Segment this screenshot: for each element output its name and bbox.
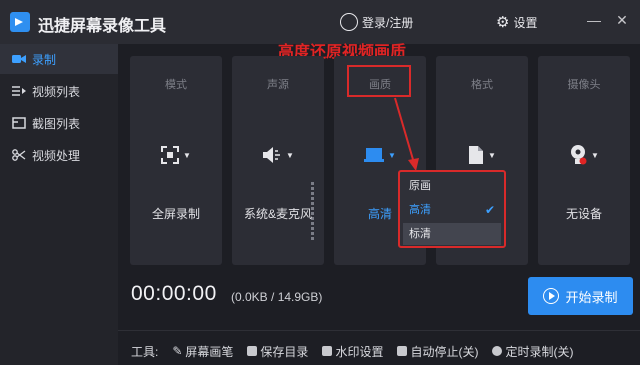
clock-icon [492, 346, 503, 356]
start-recording-label: 开始录制 [565, 289, 618, 305]
quality-dropdown: 原画 高清 ✔ 标清 [398, 170, 506, 248]
login-button[interactable]: 登录/注册 [340, 11, 413, 33]
pen-icon: ✎ [172, 344, 183, 358]
sidebar-item-label: 视频处理 [32, 148, 81, 163]
divider [118, 330, 640, 331]
video-list-icon [12, 86, 26, 96]
watermark-icon [322, 346, 333, 356]
scheduled-recording-tool[interactable]: 定时录制(关) [492, 343, 573, 360]
chevron-down-icon: ▼ [183, 150, 191, 160]
card-header: 格式 [471, 79, 493, 91]
tool-label: 屏幕画笔 [185, 344, 234, 359]
screenshot-list-icon [12, 117, 26, 129]
recording-timer: 00:00:00 [131, 282, 217, 305]
tools-bar: 工具: ✎ 屏幕画笔 保存目录 水印设置 自动停止(关) 定时录制(关) [131, 342, 587, 360]
tools-label: 工具: [131, 344, 159, 359]
annotation-highlight-box [347, 65, 411, 97]
login-label: 登录/注册 [362, 15, 414, 30]
webcam-off-icon: ▼ [566, 144, 602, 166]
gear-icon: ⚙ [496, 14, 510, 31]
tool-label: 定时录制(关) [505, 344, 574, 359]
sidebar-item-record[interactable]: 录制 [0, 44, 118, 74]
pause-icon [397, 346, 408, 356]
card-header: 摄像头 [567, 79, 601, 91]
sidebar: 录制 视频列表 截图列表 视频处理 [0, 44, 118, 365]
webcam-card[interactable]: 摄像头 ▼ 无设备 [538, 56, 630, 265]
app-logo-icon [10, 12, 30, 32]
checkmark-icon: ✔ [484, 203, 495, 217]
mode-card[interactable]: 模式 ▼ 全屏录制 [130, 56, 222, 265]
speaker-icon: ▼ [260, 144, 296, 166]
chevron-down-icon: ▼ [488, 150, 496, 160]
sidebar-item-video-list[interactable]: 视频列表 [0, 76, 118, 106]
close-button[interactable]: ✕ [612, 10, 632, 30]
play-icon [543, 288, 560, 304]
file-format-icon: ▼ [464, 144, 500, 166]
card-header: 声源 [267, 79, 289, 91]
watermark-tool[interactable]: 水印设置 [322, 343, 383, 360]
video-edit-icon [12, 149, 26, 161]
sidebar-item-label: 截图列表 [32, 116, 81, 131]
display-icon: ▼ [362, 144, 398, 166]
quality-option-hd[interactable]: 高清 ✔ [403, 199, 501, 221]
fullscreen-icon: ▼ [158, 144, 194, 166]
user-icon [340, 13, 358, 31]
minimize-button[interactable]: — [584, 10, 604, 30]
chevron-down-icon: ▼ [591, 150, 599, 160]
save-directory-tool[interactable]: 保存目录 [247, 343, 308, 360]
settings-label: 设置 [513, 15, 538, 30]
folder-icon [247, 346, 258, 356]
card-header: 模式 [165, 79, 187, 91]
card-value: 全屏录制 [151, 207, 200, 221]
card-value: 系统&麦克风 [243, 207, 312, 221]
chevron-down-icon: ▼ [388, 150, 396, 160]
quality-option-sd[interactable]: 标清 [403, 223, 501, 245]
file-size-readout: (0.0KB / 14.9GB) [231, 290, 323, 304]
screen-pen-tool[interactable]: ✎ 屏幕画笔 [172, 343, 233, 360]
tool-label: 水印设置 [335, 344, 384, 359]
tool-label: 自动停止(关) [410, 344, 479, 359]
sidebar-item-label: 视频列表 [32, 84, 81, 99]
tool-label: 保存目录 [260, 344, 309, 359]
chevron-down-icon: ▼ [286, 150, 294, 160]
card-value: 无设备 [565, 207, 602, 221]
auto-stop-tool[interactable]: 自动停止(关) [397, 343, 478, 360]
option-label: 高清 [409, 204, 431, 216]
sidebar-item-video-edit[interactable]: 视频处理 [0, 140, 118, 170]
audio-source-card[interactable]: 声源 ▼ 系统&麦克风 [232, 56, 324, 265]
sidebar-item-screenshot-list[interactable]: 截图列表 [0, 108, 118, 138]
quality-option-original[interactable]: 原画 [403, 175, 501, 197]
settings-button[interactable]: ⚙ 设置 [496, 11, 537, 33]
video-camera-icon [12, 55, 26, 63]
app-title: 迅捷屏幕录像工具 [38, 18, 167, 35]
sidebar-item-label: 录制 [32, 52, 57, 67]
start-recording-button[interactable]: 开始录制 [528, 277, 633, 315]
